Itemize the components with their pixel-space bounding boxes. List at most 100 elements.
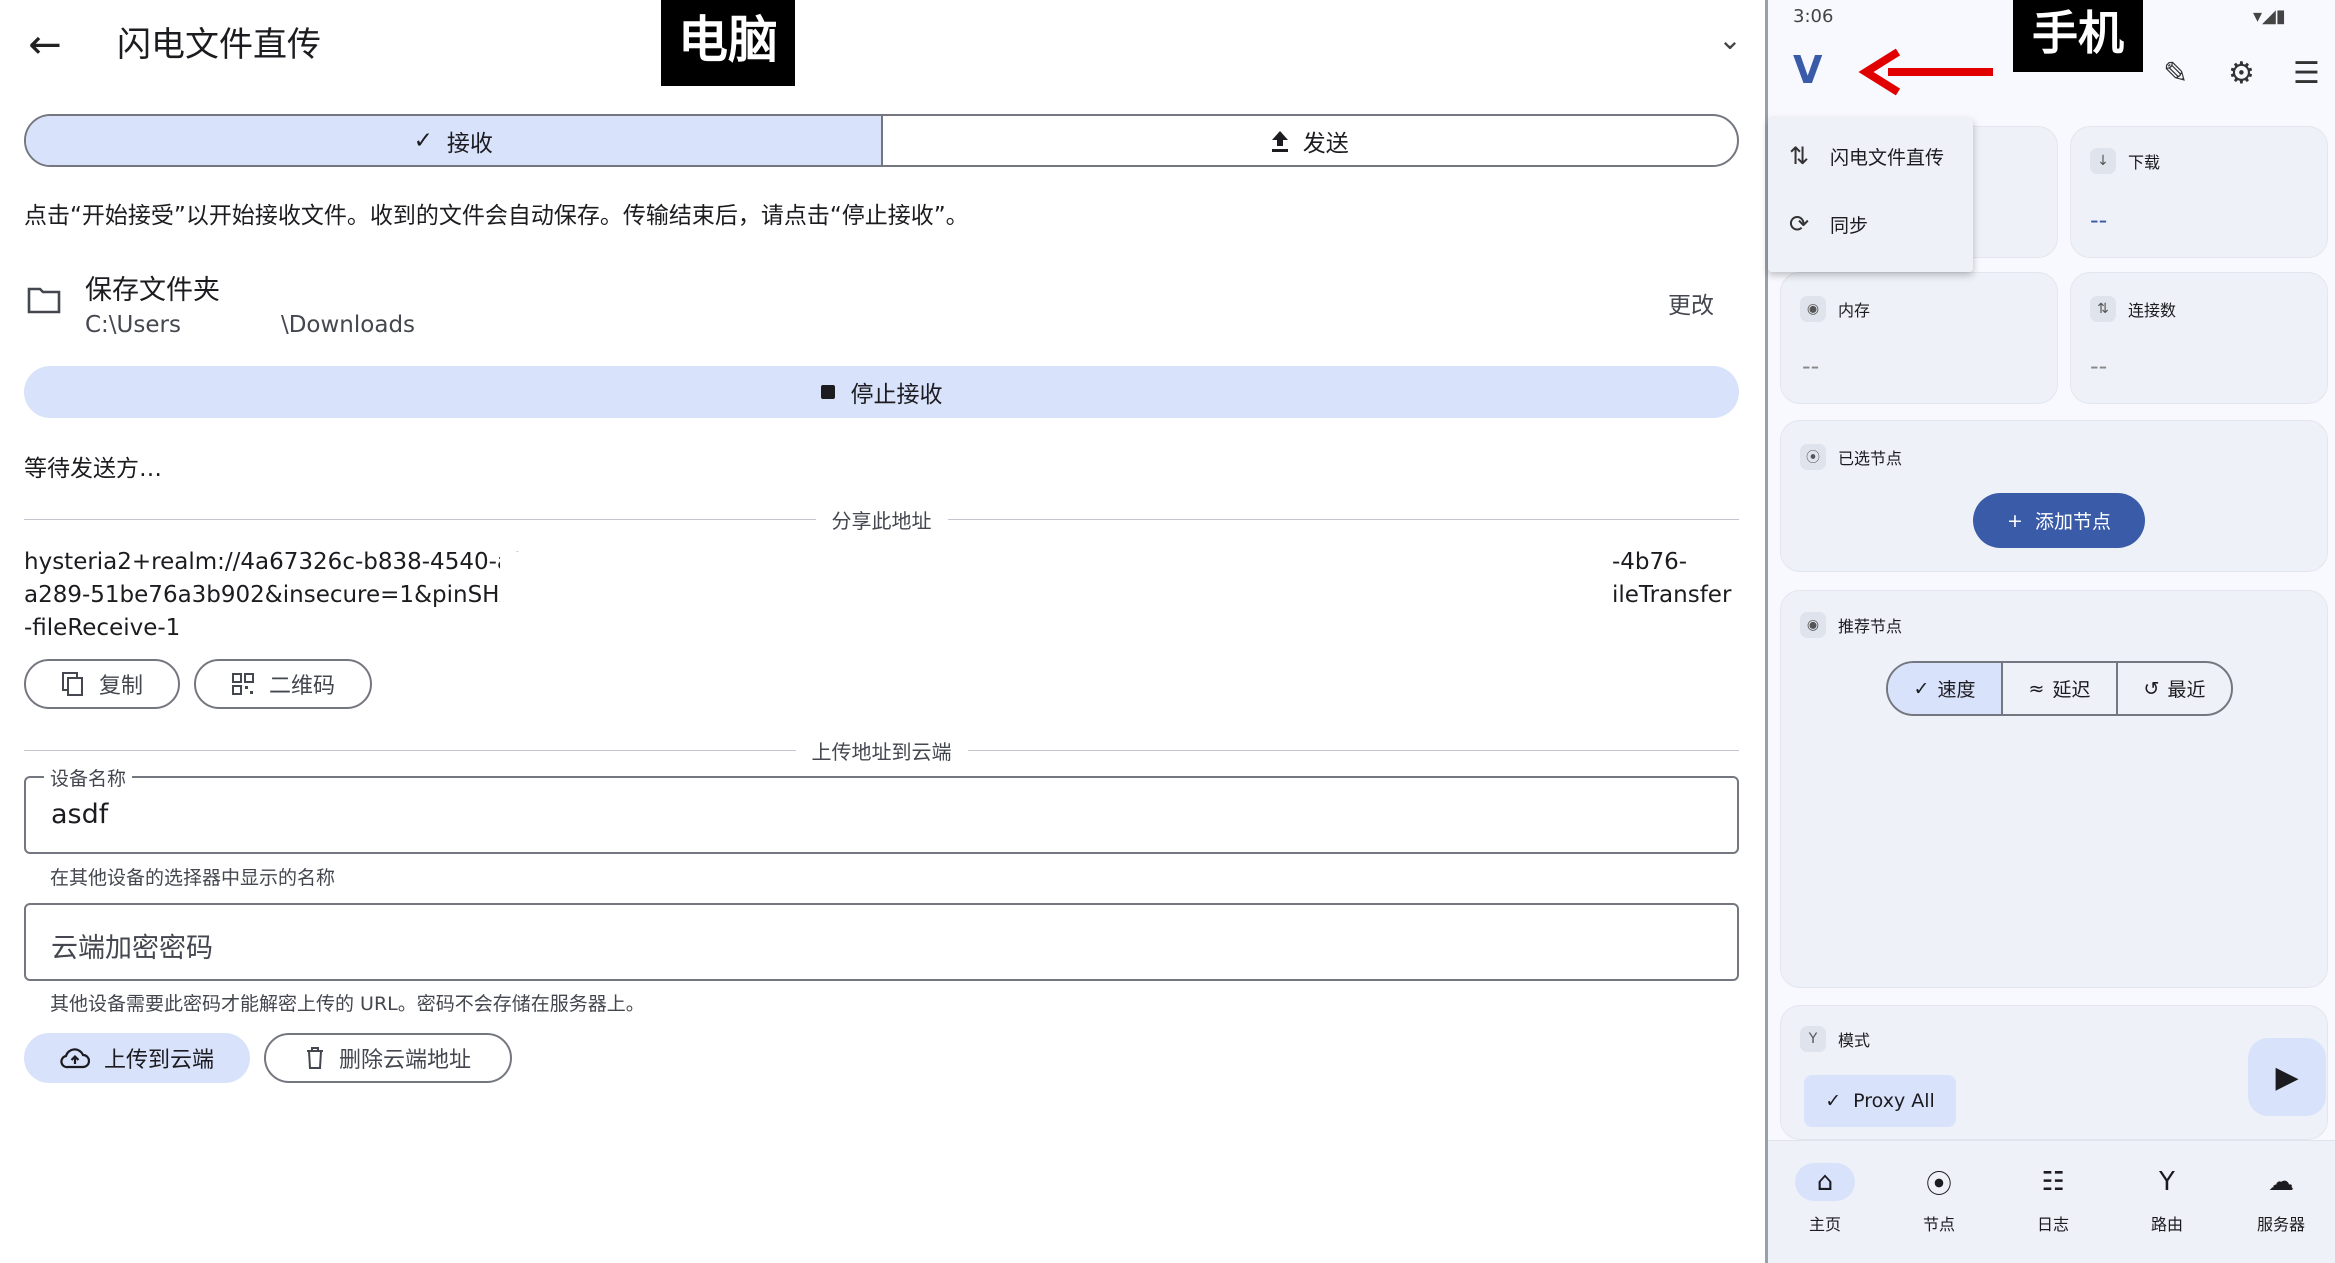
stop-receive-label: 停止接收 [850, 382, 943, 408]
tab-send[interactable]: 发送 [883, 116, 1738, 165]
device-name-field[interactable] [24, 776, 1739, 854]
share-address-line-1: hysteria2+realm://4a67326c-b838-4540-a2 [24, 549, 526, 575]
fork-icon: Y [2159, 1167, 2175, 1197]
menu-item-sync[interactable]: ⟳ 同步 [1786, 210, 1868, 238]
download-value: -- [2090, 206, 2108, 234]
proxy-all-label: Proxy All [1853, 1090, 1935, 1112]
sort-recent-label: 最近 [2167, 679, 2206, 701]
proxy-all-chip[interactable]: ✓ Proxy All [1804, 1075, 1956, 1127]
download-label: 下载 [2128, 153, 2161, 172]
status-icons: ▾◢▮ [2253, 6, 2286, 27]
sort-recent-tab[interactable]: ↺ 最近 [2118, 663, 2231, 714]
check-icon: ✓ [1825, 1090, 1842, 1112]
caption-label-phone: 手机 [2013, 0, 2143, 72]
compass-icon: ⦿ [1800, 444, 1826, 470]
folder-path: C:\Users \Downloads [85, 308, 415, 338]
bottom-nav: ⌂ 主页 ⦿ 节点 ☷ 日志 Y 路由 ☁ 服务器 [1768, 1140, 2335, 1263]
cloud-upload-icon [60, 1048, 90, 1069]
share-address-line-1-end: -4b76- [1612, 549, 1688, 575]
folder-title: 保存文件夹 [85, 275, 220, 306]
document-search-icon: ☷ [2041, 1167, 2065, 1197]
cloud-icon: ☁ [2268, 1167, 2294, 1197]
home-icon: ⌂ [1795, 1163, 1855, 1201]
memory-label: 内存 [1838, 301, 1871, 320]
device-name-helper: 在其他设备的选择器中显示的名称 [50, 867, 336, 889]
tab-receive-label: 接收 [446, 130, 493, 157]
status-time: 3:06 [1793, 6, 1834, 27]
page-title: 闪电文件直传 [117, 25, 321, 65]
memory-header: ◉ 内存 [1800, 296, 1870, 322]
cloud-divider: 上传地址到云端 [24, 735, 1739, 765]
share-divider: 分享此地址 [24, 504, 1739, 534]
chevron-down-icon[interactable]: ⌄ [1715, 20, 1745, 60]
recommended-nodes-header: ◉ 推荐节点 [1800, 612, 1902, 638]
folder-icon [27, 287, 61, 314]
sort-latency-tab[interactable]: ≈ 延迟 [2003, 663, 2116, 714]
radio-target-icon: ◉ [1800, 612, 1826, 638]
nav-nodes[interactable]: ⦿ 节点 [1882, 1141, 1996, 1263]
gear-icon[interactable]: ⚙ [2228, 56, 2255, 91]
share-divider-label: 分享此地址 [831, 508, 932, 533]
cloud-divider-label: 上传地址到云端 [811, 739, 952, 764]
check-icon: ✓ [413, 127, 433, 154]
play-icon: ▶ [2275, 1059, 2299, 1095]
device-name-label: 设备名称 [44, 764, 133, 791]
swap-icon: ⇅ [2090, 296, 2116, 322]
fork-icon: Y [1800, 1026, 1826, 1052]
share-address-line-2: a289-51be76a3b902&insecure=1&pinSHA2 [24, 582, 530, 608]
upload-cloud-button[interactable]: 上传到云端 [24, 1033, 250, 1083]
connections-value: -- [2090, 352, 2108, 380]
redaction-mask [500, 552, 1610, 642]
memory-card [1780, 272, 2058, 404]
mode-tabs: ✓ 接收 发送 [24, 114, 1739, 167]
nav-server[interactable]: ☁ 服务器 [2224, 1141, 2335, 1263]
nav-home-label: 主页 [1808, 1215, 1841, 1234]
sort-latency-label: 延迟 [2052, 679, 2091, 701]
mode-label: 模式 [1838, 1031, 1871, 1050]
cloud-password-helper: 其他设备需要此密码才能解密上传的 URL。密码不会存储在服务器上。 [50, 993, 645, 1015]
recommended-nodes-label: 推荐节点 [1838, 617, 1903, 636]
pencil-icon[interactable]: ✎ [2163, 56, 2188, 91]
nav-home[interactable]: ⌂ 主页 [1768, 1141, 1882, 1263]
selected-nodes-header: ⦿ 已选节点 [1800, 444, 1902, 470]
copy-button[interactable]: 复制 [24, 659, 180, 709]
share-address-line-3: -fileReceive-1 [24, 615, 181, 641]
connections-header: ⇅ 连接数 [2090, 296, 2176, 322]
delete-cloud-button[interactable]: 删除云端地址 [264, 1033, 512, 1083]
cloud-password-placeholder[interactable]: 云端加密密码 [51, 926, 213, 965]
nav-routing[interactable]: Y 路由 [2110, 1141, 2224, 1263]
caption-label-pc: 电脑 [661, 0, 795, 86]
device-name-value[interactable]: asdf [51, 799, 108, 830]
compass-icon: ⦿ [1925, 1169, 1952, 1200]
recommend-sort-tabs: ✓ 速度 ≈ 延迟 ↺ 最近 [1886, 661, 2233, 716]
qrcode-button[interactable]: 二维码 [194, 659, 372, 709]
upload-cloud-label: 上传到云端 [103, 1048, 214, 1073]
swap-vertical-icon: ⇅ [1788, 142, 1810, 170]
tab-receive[interactable]: ✓ 接收 [26, 116, 881, 165]
copy-icon [61, 672, 83, 696]
sort-speed-tab[interactable]: ✓ 速度 [1888, 663, 2001, 714]
dropdown-menu: ⇅ 闪电文件直传 ⟳ 同步 [1768, 118, 1973, 272]
menu-item-file-transfer[interactable]: ⇅ 闪电文件直传 [1786, 142, 1944, 170]
qrcode-icon [231, 673, 254, 695]
cloud-password-field[interactable] [24, 903, 1739, 981]
trash-icon [306, 1047, 323, 1069]
add-node-label: 添加节点 [2034, 511, 2111, 533]
tune-icon[interactable]: ☰ [2293, 56, 2320, 91]
stop-receive-button[interactable]: 停止接收 [24, 366, 1739, 418]
history-icon: ↺ [2143, 677, 2160, 700]
desktop-app: ← 闪电文件直传 电脑 ⌄ ✓ 接收 发送 点击“开始接受”以开始接收文件。收到… [0, 0, 1765, 1263]
tab-send-label: 发送 [1302, 130, 1349, 157]
nav-logs[interactable]: ☷ 日志 [1996, 1141, 2110, 1263]
nav-logs-label: 日志 [2036, 1215, 2069, 1234]
memory-icon: ◉ [1800, 296, 1826, 322]
stop-icon [820, 385, 835, 399]
add-node-button[interactable]: + 添加节点 [1973, 493, 2145, 548]
sync-icon: ⟳ [1788, 210, 1810, 238]
play-button[interactable]: ▶ [2248, 1038, 2326, 1116]
app-logo: V [1793, 48, 1823, 92]
instruction-text: 点击“开始接受”以开始接收文件。收到的文件会自动保存。传输结束后，请点击“停止接… [24, 203, 969, 229]
recommended-nodes-card [1780, 590, 2328, 988]
back-arrow-icon[interactable]: ← [20, 20, 70, 70]
change-folder-button[interactable]: 更改 [1668, 286, 1714, 320]
